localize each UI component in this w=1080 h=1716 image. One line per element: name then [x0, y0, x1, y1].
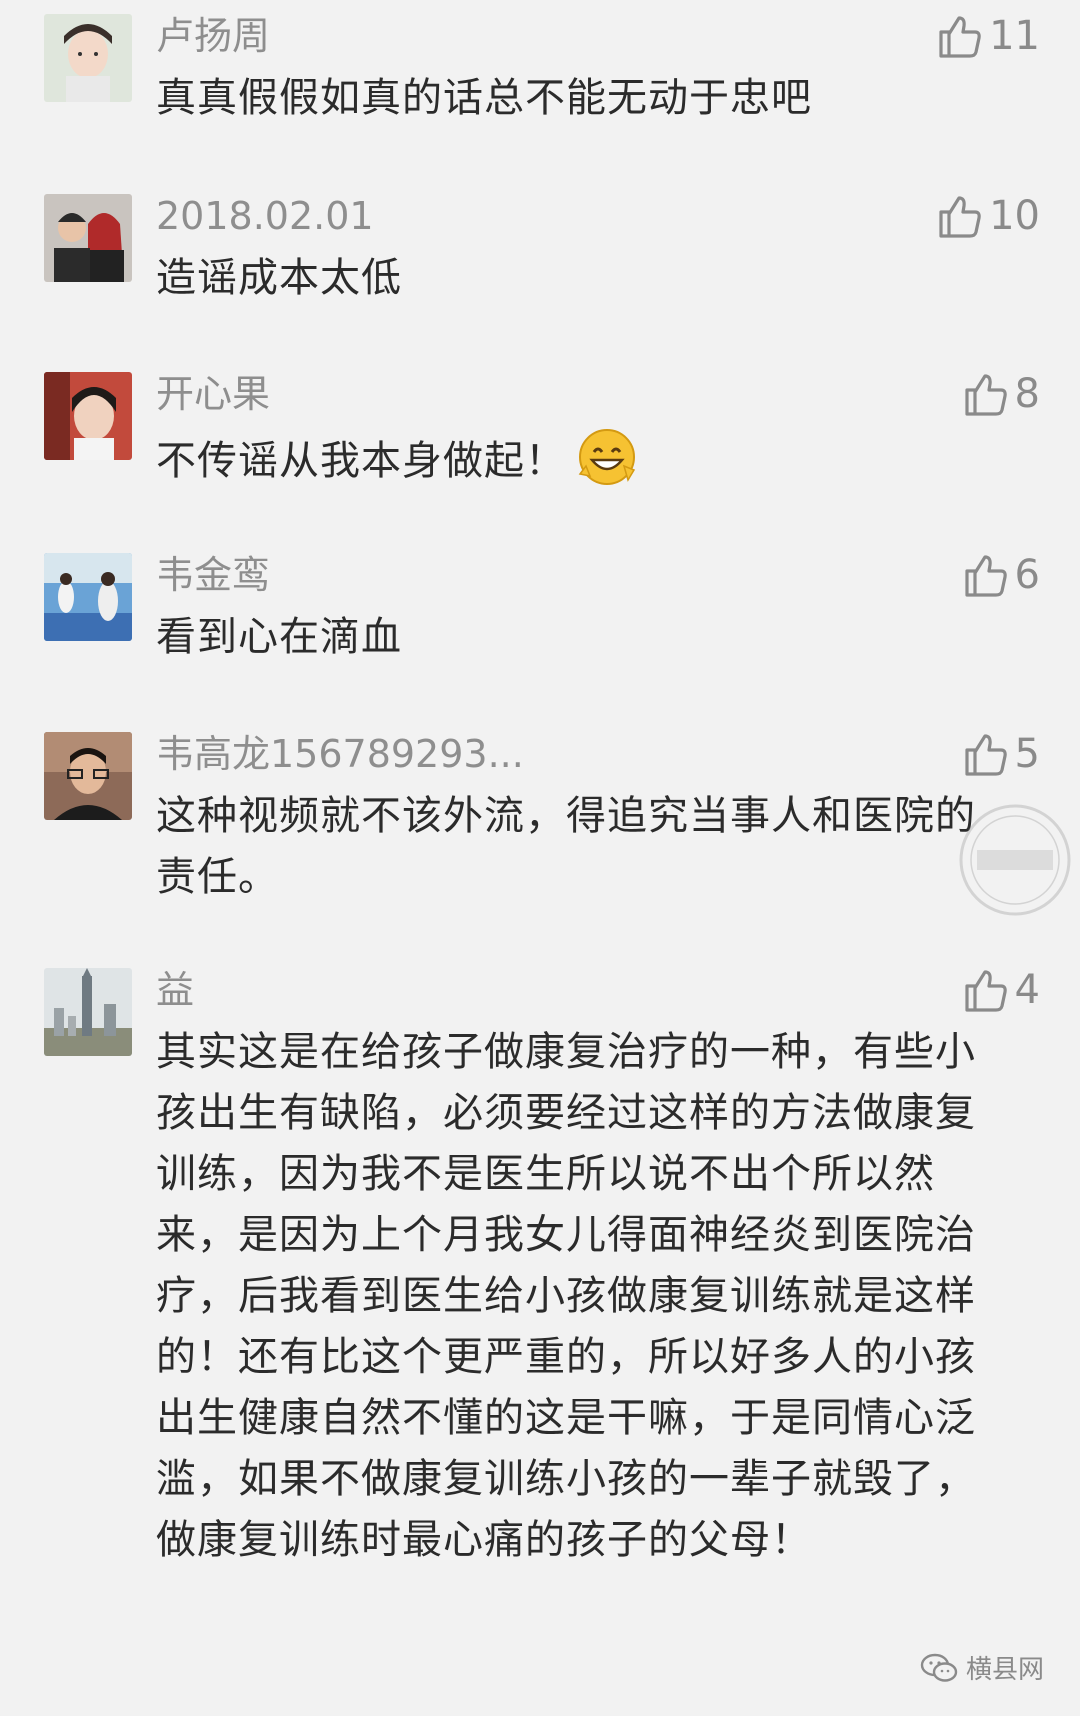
thumbs-up-icon — [964, 970, 1007, 1012]
commenter-name[interactable]: 卢扬周 — [156, 14, 270, 58]
like-button[interactable]: 8 — [961, 370, 1040, 418]
commenter-name[interactable]: 韦高龙156789293... — [156, 732, 524, 776]
like-count: 5 — [1014, 731, 1040, 777]
comment-text: 造谣成本太低 — [156, 255, 402, 301]
like-count: 10 — [989, 193, 1040, 239]
like-button[interactable]: 5 — [961, 730, 1040, 778]
watermark: 横县网 — [920, 1649, 1044, 1686]
comment-text: 不传谣从我本身做起！ — [156, 426, 1016, 492]
commenter-name[interactable]: 开心果 — [156, 372, 270, 416]
avatar[interactable] — [44, 14, 132, 102]
avatar[interactable] — [44, 732, 132, 820]
avatar[interactable] — [44, 553, 132, 641]
watermark-seal — [959, 804, 1071, 916]
like-count: 11 — [989, 13, 1040, 59]
like-button[interactable]: 4 — [961, 966, 1040, 1014]
like-count: 8 — [1014, 371, 1040, 417]
avatar[interactable] — [44, 968, 132, 1056]
like-count: 4 — [1014, 967, 1040, 1013]
thumbs-up-icon — [939, 196, 981, 238]
thumbs-up-icon — [964, 555, 1007, 597]
like-count: 6 — [1014, 552, 1040, 598]
like-button[interactable]: 6 — [961, 551, 1040, 599]
like-button[interactable]: 11 — [935, 12, 1040, 60]
commenter-name[interactable]: 韦金鸾 — [156, 553, 270, 597]
thumbs-up-icon — [939, 16, 981, 58]
comment-text: 真真假假如真的话总不能无动于忠吧 — [156, 75, 812, 121]
comment-text-content: 不传谣从我本身做起！ — [156, 438, 566, 484]
grinning-emoji-icon — [578, 429, 636, 485]
comment-text: 看到心在滴血 — [156, 614, 402, 660]
thumbs-up-icon — [964, 734, 1007, 776]
avatar[interactable] — [44, 194, 132, 282]
comment-text: 其实这是在给孩子做康复治疗的一种，有些小孩出生有缺陷，必须要经过这样的方法做康复… — [156, 1029, 976, 1563]
avatar[interactable] — [44, 372, 132, 460]
comment-text: 这种视频就不该外流，得追究当事人和医院的责任。 — [156, 793, 976, 900]
wechat-icon — [920, 1653, 958, 1682]
commenter-name[interactable]: 2018.02.01 — [156, 194, 374, 238]
watermark-label: 横县网 — [965, 1655, 1044, 1685]
like-button[interactable]: 10 — [935, 192, 1040, 240]
thumbs-up-icon — [964, 374, 1007, 416]
commenter-name[interactable]: 益 — [156, 968, 194, 1012]
